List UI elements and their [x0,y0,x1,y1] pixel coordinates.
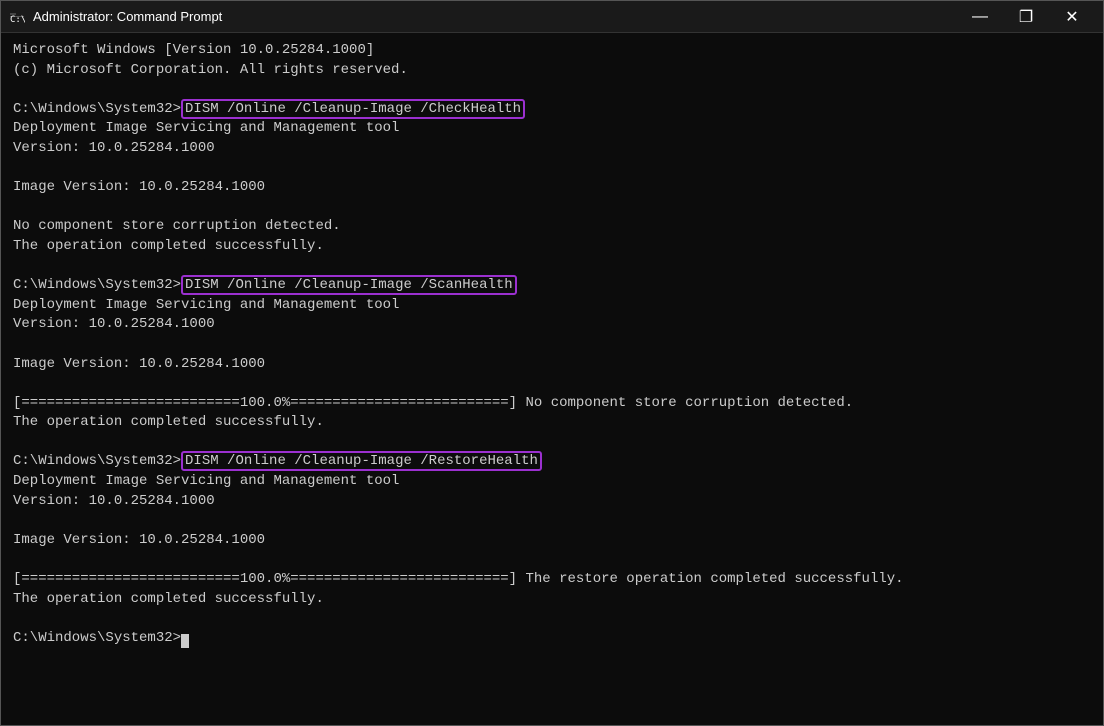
window: C:\ Administrator: Command Prompt — ❐ ✕ … [0,0,1104,726]
svg-text:C:\: C:\ [10,15,25,25]
output-line: Version: 10.0.25284.1000 [13,492,1091,512]
output-line: No component store corruption detected. [13,217,1091,237]
output-line: Image Version: 10.0.25284.1000 [13,531,1091,551]
terminal-line [13,257,1091,277]
output-line: Microsoft Windows [Version 10.0.25284.10… [13,41,1091,61]
terminal-line [13,159,1091,179]
highlighted-command: DISM /Online /Cleanup-Image /CheckHealth [181,99,525,119]
output-line: Deployment Image Servicing and Managemen… [13,472,1091,492]
maximize-button[interactable]: ❐ [1003,1,1049,33]
cmd-window: C:\ Administrator: Command Prompt — ❐ ✕ … [0,0,1104,726]
terminal-body[interactable]: Microsoft Windows [Version 10.0.25284.10… [1,33,1103,725]
output-line: Image Version: 10.0.25284.1000 [13,355,1091,375]
terminal-cursor [181,634,189,648]
window-controls: — ❐ ✕ [957,1,1095,33]
output-line: The operation completed successfully. [13,413,1091,433]
terminal-line [13,609,1091,629]
output-line: Version: 10.0.25284.1000 [13,139,1091,159]
output-line: [==========================100.0%=======… [13,570,1091,590]
output-line: [==========================100.0%=======… [13,394,1091,414]
terminal-line [13,335,1091,355]
terminal-line [13,374,1091,394]
title-bar: C:\ Administrator: Command Prompt — ❐ ✕ [1,1,1103,33]
minimize-button[interactable]: — [957,1,1003,33]
prompt: C:\Windows\System32> [13,101,181,117]
output-line: Deployment Image Servicing and Managemen… [13,119,1091,139]
terminal-line [13,433,1091,453]
terminal-line [13,511,1091,531]
output-line: (c) Microsoft Corporation. All rights re… [13,61,1091,81]
terminal-line: C:\Windows\System32> [13,629,1091,649]
cmd-icon: C:\ [9,9,25,25]
prompt: C:\Windows\System32> [13,277,181,293]
output-line: Image Version: 10.0.25284.1000 [13,178,1091,198]
prompt: C:\Windows\System32> [13,453,181,469]
output-line: The operation completed successfully. [13,237,1091,257]
output-line: Deployment Image Servicing and Managemen… [13,296,1091,316]
output-line: The operation completed successfully. [13,590,1091,610]
terminal-line [13,550,1091,570]
terminal-line [13,80,1091,100]
highlighted-command: DISM /Online /Cleanup-Image /ScanHealth [181,275,517,295]
terminal-line: C:\Windows\System32>DISM /Online /Cleanu… [13,100,1091,120]
window-title: Administrator: Command Prompt [33,9,957,24]
highlighted-command: DISM /Online /Cleanup-Image /RestoreHeal… [181,451,542,471]
terminal-line: C:\Windows\System32>DISM /Online /Cleanu… [13,276,1091,296]
prompt: C:\Windows\System32> [13,630,181,646]
close-button[interactable]: ✕ [1049,1,1095,33]
output-line: Version: 10.0.25284.1000 [13,315,1091,335]
terminal-line [13,198,1091,218]
terminal-line: C:\Windows\System32>DISM /Online /Cleanu… [13,452,1091,472]
